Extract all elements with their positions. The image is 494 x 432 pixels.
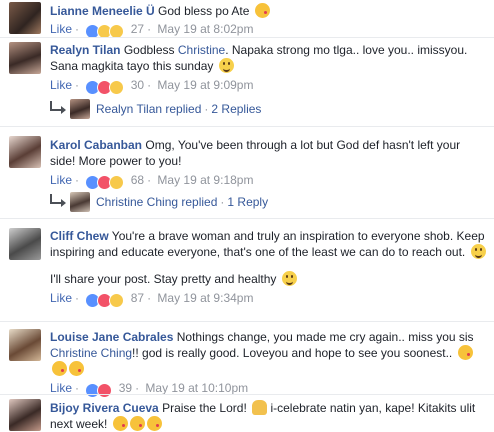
like-button[interactable]: Like [50, 381, 72, 395]
reply-arrow-icon [50, 194, 66, 207]
replies-link[interactable]: Christine Ching replied · 1 Reply [50, 192, 268, 212]
replies-link[interactable]: Realyn Tilan replied · 2 Replies [50, 99, 261, 119]
avatar[interactable] [9, 329, 41, 361]
avatar[interactable] [9, 228, 41, 260]
commenter-name[interactable]: Bijoy Rivera Cueva [50, 401, 159, 415]
timestamp[interactable]: May 19 at 9:09pm [157, 78, 253, 92]
reply-avatar [70, 99, 90, 119]
reaction-count[interactable]: 30 [131, 78, 144, 92]
kiss-emoji-icon [254, 3, 270, 18]
replier-name[interactable]: Realyn Tilan replied [96, 102, 201, 116]
reactions[interactable] [85, 80, 125, 95]
reaction-count[interactable]: 39 [119, 381, 132, 395]
smile-emoji-icon [218, 58, 234, 73]
timestamp[interactable]: May 19 at 9:18pm [157, 173, 253, 187]
commenter-name[interactable]: Lianne Meneelie Ü [50, 4, 155, 18]
comment-text-part: Godbless [123, 43, 178, 57]
reply-count[interactable]: 2 Replies [211, 102, 261, 116]
comment-text: You're a brave woman and truly an inspir… [50, 229, 485, 259]
timestamp[interactable]: May 19 at 9:34pm [157, 291, 253, 305]
reaction-count[interactable]: 27 [131, 22, 144, 36]
kiss-emoji-icon [129, 416, 145, 431]
commenter-name[interactable]: Karol Cabanban [50, 138, 142, 152]
reactions[interactable] [85, 293, 125, 308]
kiss-emoji-icon [146, 416, 162, 431]
commenter-name[interactable]: Cliff Chew [50, 229, 109, 243]
kiss-emoji-icon [457, 345, 473, 360]
timestamp[interactable]: May 19 at 10:10pm [145, 381, 248, 395]
kiss-emoji-icon [52, 361, 67, 376]
replier-name[interactable]: Christine Ching replied [96, 195, 217, 209]
like-button[interactable]: Like [50, 78, 72, 92]
kiss-emoji-icon [69, 361, 84, 376]
haha-reaction-icon [109, 80, 125, 95]
avatar[interactable] [9, 42, 41, 74]
divider [0, 321, 494, 322]
avatar[interactable] [9, 2, 41, 34]
smile-emoji-icon [281, 271, 297, 286]
smile-emoji-icon [470, 244, 486, 259]
like-button[interactable]: Like [50, 291, 72, 305]
mention-link[interactable]: Christine [178, 43, 225, 57]
reactions[interactable] [85, 24, 125, 39]
divider [0, 218, 494, 219]
reply-count[interactable]: 1 Reply [227, 195, 268, 209]
commenter-name[interactable]: Realyn Tilan [50, 43, 120, 57]
reply-avatar [70, 192, 90, 212]
reply-arrow-icon [50, 101, 66, 114]
avatar[interactable] [9, 136, 41, 168]
reaction-count[interactable]: 87 [131, 291, 144, 305]
reaction-count[interactable]: 68 [131, 173, 144, 187]
divider [0, 394, 494, 395]
avatar[interactable] [9, 399, 41, 431]
haha-reaction-icon [109, 293, 125, 308]
pray-emoji-icon [252, 400, 268, 415]
love-reaction-icon [97, 383, 113, 398]
comment-text-part: Nothings change, you made me cry again..… [176, 330, 474, 344]
commenter-name[interactable]: Louise Jane Cabrales [50, 330, 173, 344]
comment-text-part: Praise the Lord! [162, 401, 247, 415]
like-button[interactable]: Like [50, 22, 72, 36]
haha-reaction-icon [109, 175, 125, 190]
like-button[interactable]: Like [50, 173, 72, 187]
comment-text-second: I'll share your post. Stay pretty and he… [50, 272, 277, 286]
comment-text: God bless po Ate [158, 4, 250, 18]
comment-text-part: !! god is really good. Loveyou and hope … [132, 346, 453, 360]
kiss-emoji-icon [112, 416, 128, 431]
divider [0, 37, 494, 38]
mention-link[interactable]: Christine Ching [50, 346, 132, 360]
timestamp[interactable]: May 19 at 8:02pm [157, 22, 253, 36]
divider [0, 126, 494, 127]
reactions[interactable] [85, 175, 125, 190]
